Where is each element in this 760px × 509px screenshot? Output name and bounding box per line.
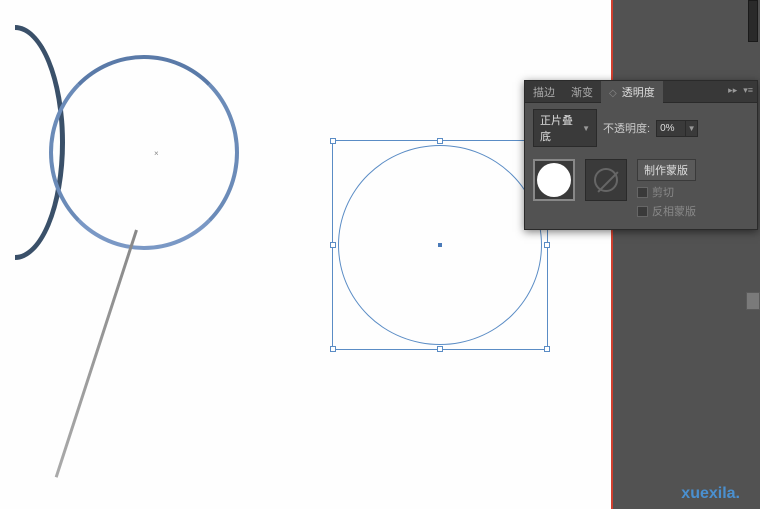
no-mask-icon (594, 168, 618, 192)
resize-handle-br[interactable] (544, 346, 550, 352)
selection-center (438, 243, 442, 247)
nine-center-mark: × (154, 149, 159, 158)
resize-handle-mr[interactable] (544, 242, 550, 248)
panel-collapse-bar[interactable] (748, 0, 758, 42)
blend-mode-dropdown[interactable]: 正片叠底 ▼ (533, 109, 597, 147)
resize-handle-tl[interactable] (330, 138, 336, 144)
tab-stroke[interactable]: 描边 (525, 81, 563, 103)
invert-option[interactable]: 反相蒙版 (637, 203, 696, 219)
resize-handle-bl[interactable] (330, 346, 336, 352)
link-icon: ◇ (609, 88, 617, 99)
tab-transparency-label: 透明度 (622, 87, 655, 99)
resize-handle-ml[interactable] (330, 242, 336, 248)
nine-tail-shape[interactable] (55, 230, 138, 478)
tab-transparency[interactable]: ◇ 透明度 (601, 81, 663, 103)
right-sidebar (612, 0, 760, 509)
clip-checkbox[interactable] (637, 187, 648, 198)
panel-menu-icon[interactable]: ▾≡ (743, 85, 753, 96)
watermark: xuexila. (681, 485, 740, 503)
clip-label: 剪切 (652, 184, 674, 200)
resize-handle-tm[interactable] (437, 138, 443, 144)
invert-label: 反相蒙版 (652, 203, 696, 219)
nine-circle-shape[interactable] (49, 55, 239, 250)
blend-opacity-row: 正片叠底 ▼ 不透明度: 0% ▼ (525, 103, 757, 153)
watermark-text: xuexila. (681, 485, 740, 502)
clip-option[interactable]: 剪切 (637, 184, 696, 200)
mask-thumbnail[interactable] (585, 159, 627, 201)
panel-tab-bar: 描边 渐变 ◇ 透明度 ▸▸ ▾≡ (525, 81, 757, 103)
opacity-input[interactable]: 0% (656, 120, 686, 137)
canvas[interactable]: × (0, 0, 608, 509)
chevron-down-icon: ▼ (688, 124, 696, 133)
transparency-panel: 描边 渐变 ◇ 透明度 ▸▸ ▾≡ 正片叠底 ▼ 不透明度: 0% ▼ (524, 80, 758, 230)
scrollbar-thumb[interactable] (746, 292, 760, 310)
mask-options: 制作蒙版 剪切 反相蒙版 (637, 159, 696, 219)
panel-expand-icon[interactable]: ▸▸ (728, 85, 737, 96)
thumbnail-preview (537, 163, 571, 197)
resize-handle-bm[interactable] (437, 346, 443, 352)
mask-row: 制作蒙版 剪切 反相蒙版 (525, 153, 757, 229)
opacity-label: 不透明度: (603, 120, 650, 136)
object-thumbnail[interactable] (533, 159, 575, 201)
tab-gradient[interactable]: 渐变 (563, 81, 601, 103)
blend-mode-value: 正片叠底 (540, 112, 578, 144)
chevron-down-icon: ▼ (582, 124, 590, 133)
make-mask-button[interactable]: 制作蒙版 (637, 159, 696, 181)
invert-checkbox[interactable] (637, 206, 648, 217)
opacity-dropdown-button[interactable]: ▼ (686, 120, 698, 137)
panel-controls: ▸▸ ▾≡ (728, 85, 753, 96)
